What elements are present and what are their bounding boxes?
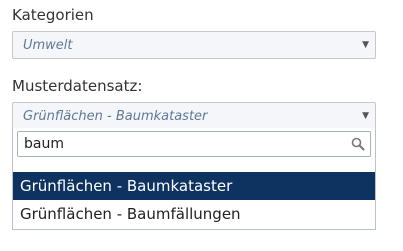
chevron-down-icon: ▼ [362,111,369,121]
musterdatensatz-select[interactable]: Grünflächen - Baumkataster ▼ [12,102,376,128]
dropdown-search-box[interactable] [17,131,371,157]
form-panel: Kategorien Umwelt ▼ Musterdatensatz: Grü… [0,0,403,251]
dropdown-options-list: Grünflächen - Baumkataster Grünflächen -… [13,172,375,228]
dropdown-option[interactable]: Grünflächen - Baumfällungen [13,200,375,228]
kategorien-label: Kategorien [12,6,94,24]
search-icon [351,137,365,151]
dropdown-search-input[interactable] [22,134,346,154]
musterdatensatz-selected-value: Grünflächen - Baumkataster [23,109,208,124]
dropdown-option[interactable]: Grünflächen - Baumkataster [13,172,375,200]
kategorien-selected-value: Umwelt [23,38,73,53]
musterdatensatz-dropdown: Grünflächen - Baumkataster Grünflächen -… [12,128,376,230]
chevron-down-icon: ▼ [362,40,369,50]
kategorien-select[interactable]: Umwelt ▼ [12,31,376,59]
musterdatensatz-label: Musterdatensatz: [12,77,143,95]
